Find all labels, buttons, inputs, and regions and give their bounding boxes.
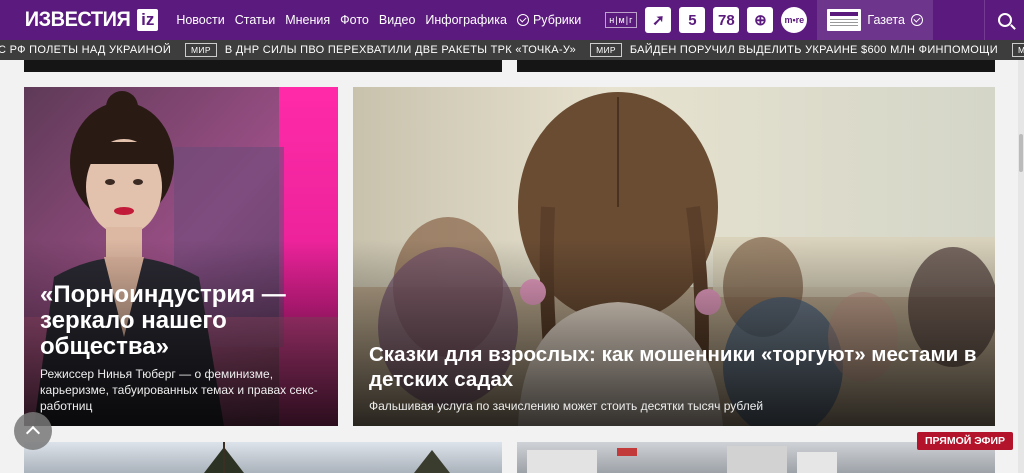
nav-articles[interactable]: Статьи <box>235 13 276 27</box>
ticker-tag: МИР <box>590 43 622 57</box>
nav-news[interactable]: Новости <box>176 13 224 27</box>
partner-channel-logo[interactable]: ⊕ <box>747 7 774 33</box>
site-logo[interactable]: ИЗВЕСТИЯ iz <box>22 0 159 40</box>
nav-photo[interactable]: Фото <box>340 13 369 27</box>
article-card-right[interactable]: Сказки для взрослых: как мошенники «торг… <box>353 87 995 426</box>
article-card-bottom-left[interactable] <box>24 442 502 473</box>
article-subtitle: Фальшивая услуга по зачислению может сто… <box>369 399 764 413</box>
ticker-item[interactable]: МИР В ДНР СИЛЫ ПВО ПЕРЕХВАТИЛИ ДВЕ РАКЕТ… <box>171 43 576 57</box>
article-subtitle: Режиссер Нинья Тюберг — о феминизме, кар… <box>40 367 318 413</box>
article-photo <box>204 442 450 473</box>
newspaper-icon <box>827 9 862 31</box>
logo-text: ИЗВЕСТИЯ <box>24 8 131 31</box>
newspaper-link[interactable]: Газета <box>817 0 933 40</box>
nav-video[interactable]: Видео <box>379 13 416 27</box>
logo-badge: iz <box>137 9 159 31</box>
ticker-tag: МИР <box>185 43 217 57</box>
scrollbar-thumb[interactable] <box>1019 134 1023 172</box>
check-circle-icon <box>910 14 923 26</box>
page: ИЗВЕСТИЯ iz Новости Статьи Мнения Фото В… <box>0 0 1024 473</box>
previous-card-bottom[interactable] <box>517 60 995 72</box>
rubriki-label: Рубрики <box>532 13 582 27</box>
article-title[interactable]: Сказки для взрослых: как мошенники «торг… <box>369 342 979 392</box>
search-icon <box>997 13 1012 27</box>
partner-nmg-logo[interactable]: н|м|г <box>605 12 638 28</box>
ticker-text: С РФ ПОЛЕТЫ НАД УКРАИНОЙ <box>0 44 172 56</box>
page-scrollbar[interactable] <box>1018 60 1024 473</box>
partner-channel5-logo[interactable]: 5 <box>679 7 706 33</box>
chevron-up-icon <box>25 425 41 441</box>
ticker-tag: МИР <box>1011 43 1024 57</box>
newspaper-label: Газета <box>867 13 905 27</box>
nav-opinions[interactable]: Мнения <box>285 13 330 27</box>
ticker-item[interactable]: МИР БАЙДЕН ПОРУЧИЛ ВЫДЕЛИТЬ УКРАИНЕ $600… <box>576 43 998 57</box>
partner-ren-logo[interactable]: ➚ <box>645 7 672 33</box>
ticker-item[interactable]: С РФ ПОЛЕТЫ НАД УКРАИНОЙ <box>0 44 171 56</box>
previous-card-bottom[interactable] <box>24 60 502 72</box>
live-broadcast-button[interactable]: ПРЯМОЙ ЭФИР <box>917 432 1014 450</box>
news-ticker: С РФ ПОЛЕТЫ НАД УКРАИНОЙ МИР В ДНР СИЛЫ … <box>0 40 1024 60</box>
card-text: «Порноиндустрия — зеркало нашего обществ… <box>40 282 322 414</box>
ticker-text: БАЙДЕН ПОРУЧИЛ ВЫДЕЛИТЬ УКРАИНЕ $600 МЛН… <box>629 44 998 56</box>
ticker-item[interactable]: МИР <box>998 43 1024 57</box>
top-header: ИЗВЕСТИЯ iz Новости Статьи Мнения Фото В… <box>0 0 1024 40</box>
partner-78-logo[interactable]: 78 <box>713 7 740 33</box>
check-circle-icon <box>516 14 529 26</box>
partner-links: н|м|г ➚ 5 78 ⊕ m•re <box>605 7 808 33</box>
main-nav: Новости Статьи Мнения Фото Видео Инфогра… <box>176 13 591 27</box>
scroll-to-top-button[interactable] <box>14 412 52 450</box>
ticker-text: В ДНР СИЛЫ ПВО ПЕРЕХВАТИЛИ ДВЕ РАКЕТЫ ТР… <box>224 44 577 56</box>
nav-rubriki[interactable]: Рубрики <box>516 13 582 27</box>
article-title[interactable]: «Порноиндустрия — зеркало нашего обществ… <box>40 282 322 360</box>
nav-infographics[interactable]: Инфографика <box>425 13 507 27</box>
partner-more-logo[interactable]: m•re <box>781 7 808 33</box>
card-text: Сказки для взрослых: как мошенники «торг… <box>369 342 979 414</box>
article-card-left[interactable]: «Порноиндустрия — зеркало нашего обществ… <box>24 87 338 426</box>
search-button[interactable] <box>984 0 1024 40</box>
